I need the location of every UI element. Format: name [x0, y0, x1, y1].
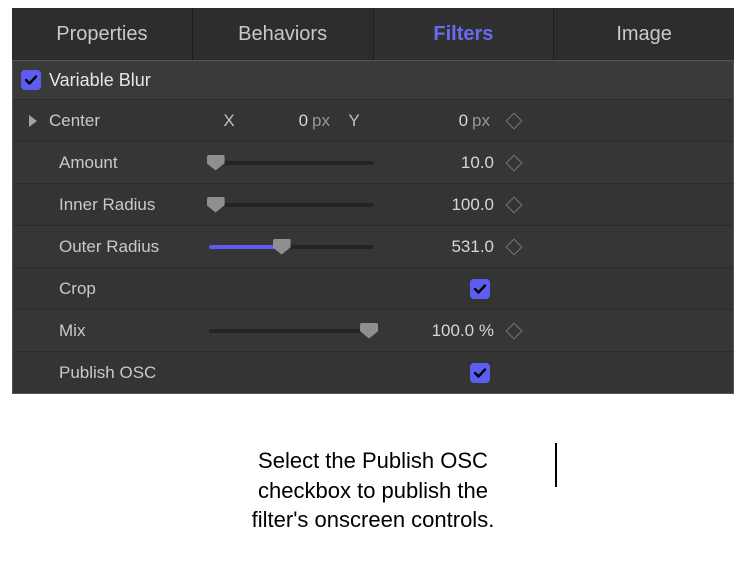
callout-line	[555, 443, 557, 487]
caption-text: Select the Publish OSC checkbox to publi…	[12, 446, 734, 535]
publish-osc-checkbox[interactable]	[470, 363, 490, 383]
disclosure-triangle-icon[interactable]	[29, 115, 37, 127]
param-row-outer-radius: Outer Radius 531.0	[13, 225, 733, 267]
tab-image[interactable]: Image	[554, 8, 734, 60]
center-y-label: Y	[334, 111, 374, 131]
param-row-center: Center X 0px Y 0px	[13, 99, 733, 141]
outer-radius-slider[interactable]	[209, 236, 374, 258]
param-label-inner-radius: Inner Radius	[49, 195, 209, 215]
param-row-mix: Mix 100.0 %	[13, 309, 733, 351]
param-label-mix: Mix	[49, 321, 209, 341]
inner-radius-slider[interactable]	[209, 194, 374, 216]
keyframe-icon[interactable]	[506, 238, 523, 255]
mix-slider[interactable]	[209, 320, 374, 342]
amount-slider[interactable]	[209, 152, 374, 174]
keyframe-icon[interactable]	[506, 154, 523, 171]
filter-inspector: Variable Blur Center X 0px Y 0px Amount	[12, 60, 734, 394]
amount-value[interactable]: 10.0	[374, 153, 494, 173]
tab-properties[interactable]: Properties	[12, 8, 193, 60]
tab-behaviors[interactable]: Behaviors	[193, 8, 374, 60]
keyframe-icon[interactable]	[506, 196, 523, 213]
keyframe-icon[interactable]	[506, 322, 523, 339]
param-label-publish-osc: Publish OSC	[49, 363, 209, 383]
keyframe-icon[interactable]	[506, 112, 523, 129]
param-row-inner-radius: Inner Radius 100.0	[13, 183, 733, 225]
param-label-outer-radius: Outer Radius	[49, 237, 209, 257]
inspector-tabs: Properties Behaviors Filters Image	[12, 8, 734, 60]
param-row-crop: Crop	[13, 267, 733, 309]
param-label-center: Center	[49, 111, 209, 131]
param-row-publish-osc: Publish OSC	[13, 351, 733, 393]
crop-checkbox[interactable]	[470, 279, 490, 299]
param-row-amount: Amount 10.0	[13, 141, 733, 183]
filter-enable-checkbox[interactable]	[21, 70, 41, 90]
center-x-label: X	[209, 111, 249, 131]
outer-radius-value[interactable]: 531.0	[374, 237, 494, 257]
filter-name: Variable Blur	[49, 70, 151, 91]
check-icon	[24, 73, 38, 87]
center-y-value[interactable]: 0px	[374, 111, 494, 131]
center-x-value[interactable]: 0px	[249, 111, 334, 131]
check-icon	[473, 366, 487, 380]
check-icon	[473, 282, 487, 296]
inner-radius-value[interactable]: 100.0	[374, 195, 494, 215]
param-label-crop: Crop	[49, 279, 209, 299]
param-label-amount: Amount	[49, 153, 209, 173]
tab-filters[interactable]: Filters	[374, 8, 555, 60]
filter-section-header: Variable Blur	[13, 61, 733, 99]
mix-value[interactable]: 100.0 %	[374, 321, 494, 341]
